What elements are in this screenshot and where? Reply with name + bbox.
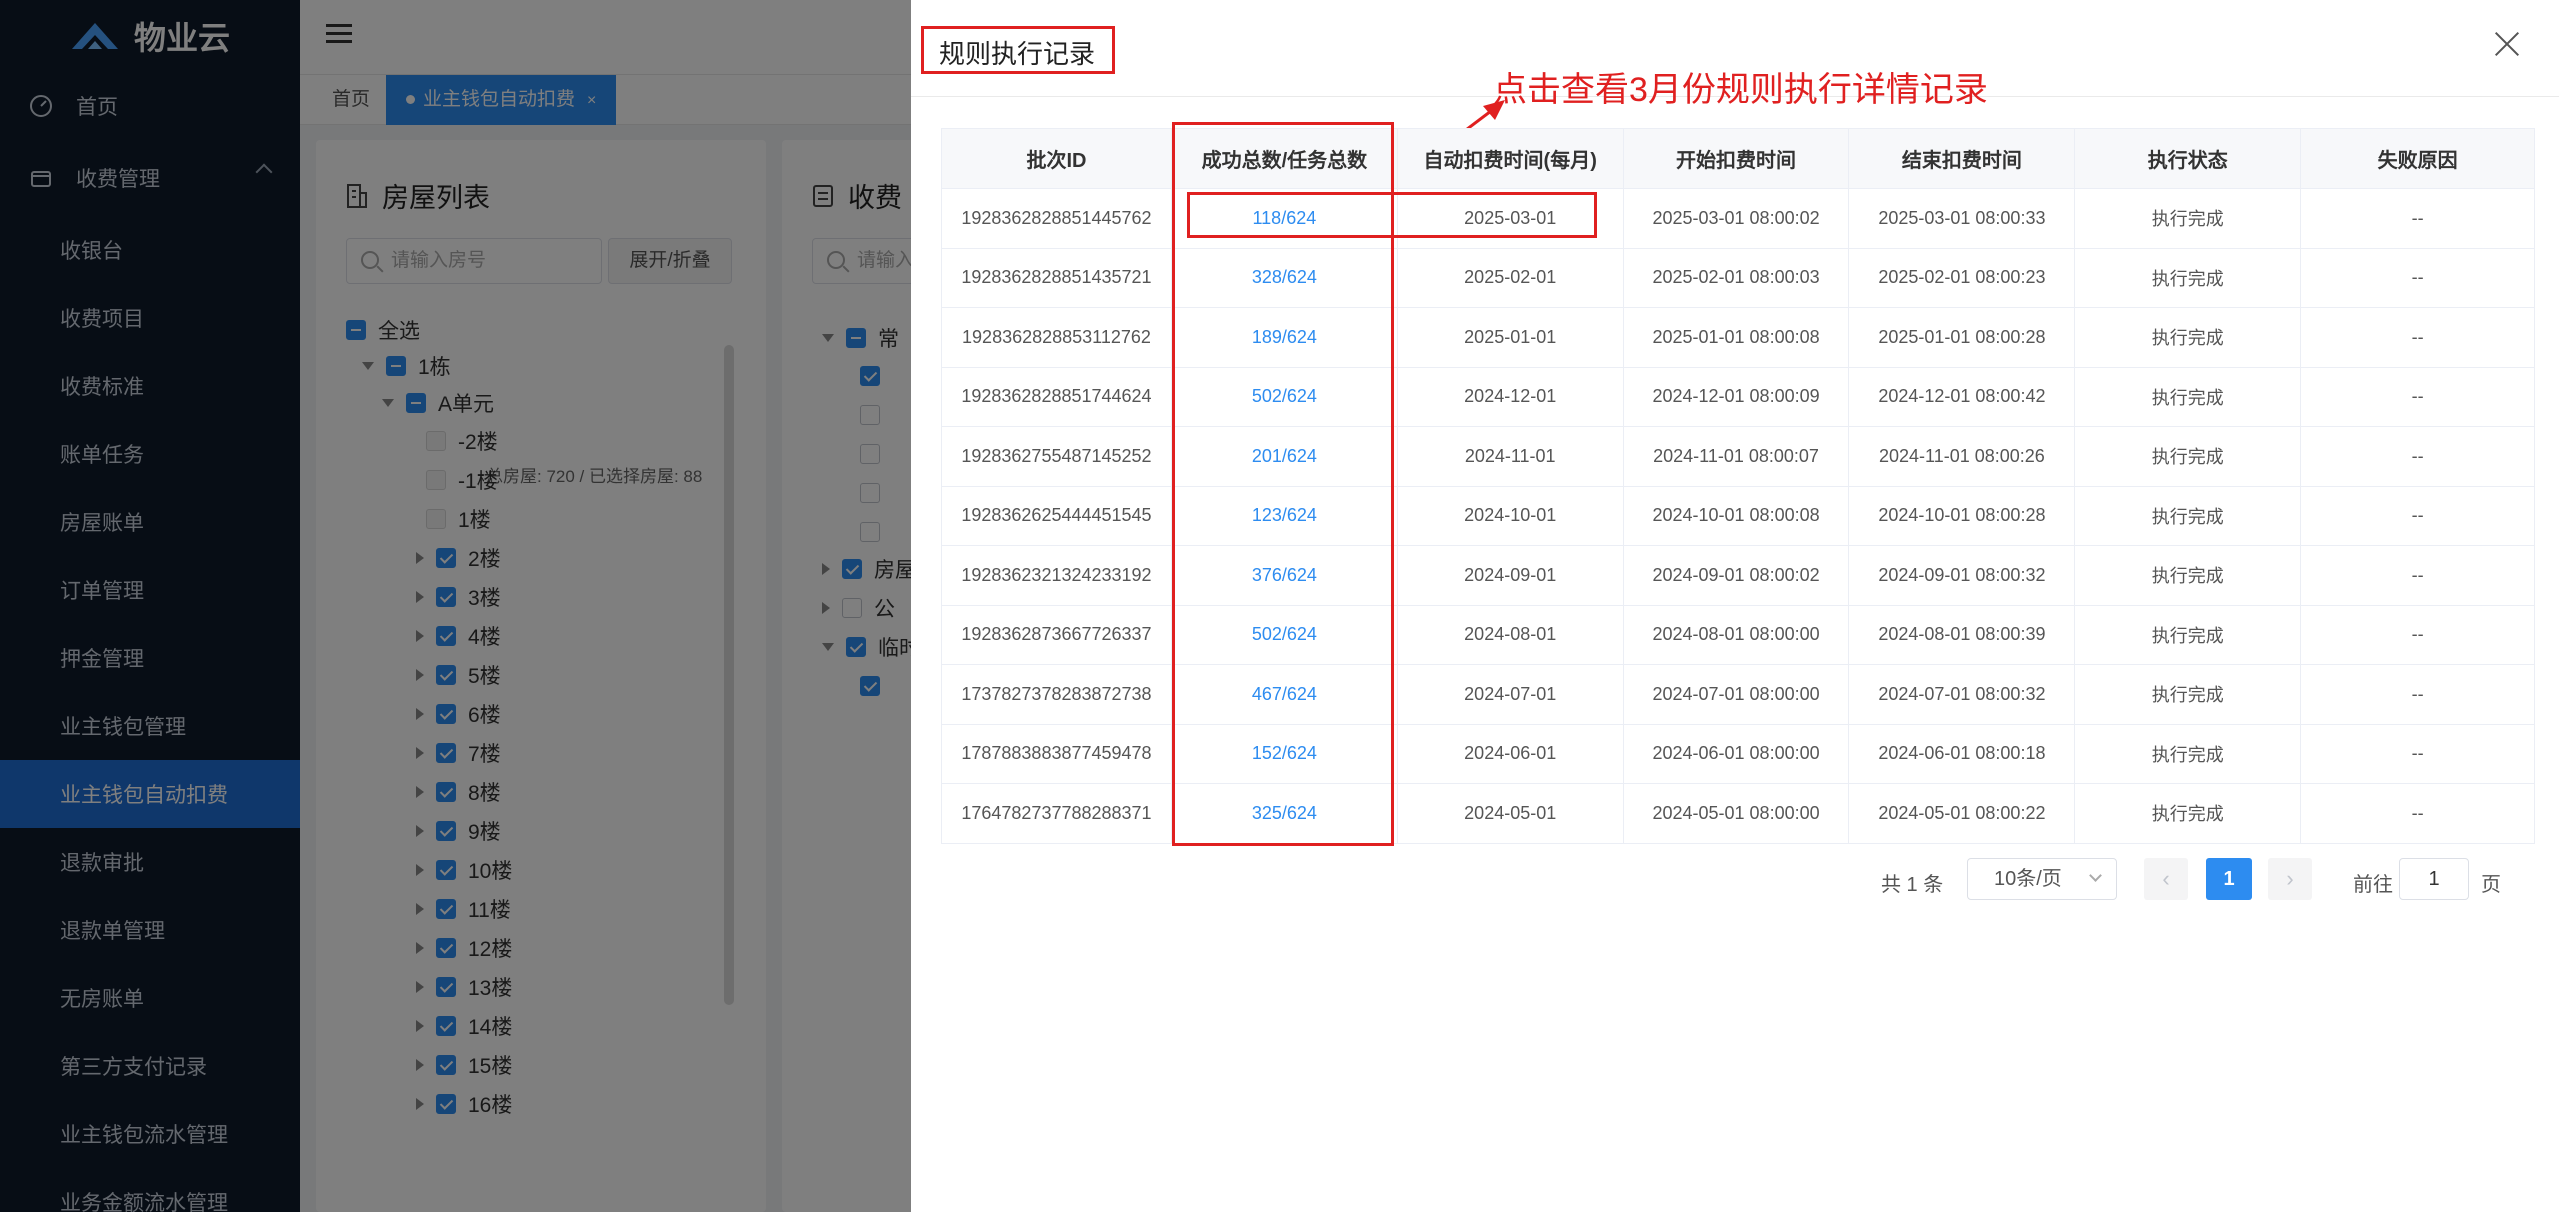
table-cell: 2025-03-01 08:00:02 — [1622, 188, 1850, 249]
table-cell: 执行完成 — [2074, 426, 2302, 487]
column-header: 批次ID — [941, 128, 1172, 189]
pagination-total: 共 1 条 — [1881, 874, 1944, 896]
table-cell: 1928362873667726337 — [941, 604, 1172, 665]
table-cell: 2024-08-01 — [1396, 604, 1624, 665]
table-cell: 2024-06-01 08:00:18 — [1848, 723, 2076, 784]
table-cell: -- — [2300, 783, 2535, 844]
table-cell: -- — [2300, 664, 2535, 725]
table-cell: 2024-09-01 08:00:02 — [1622, 545, 1850, 606]
table-cell: -- — [2300, 307, 2535, 368]
goto-page-input[interactable]: 1 — [2399, 858, 2469, 900]
table-cell: 1928362828851744624 — [941, 366, 1172, 427]
table-cell: 2024-07-01 08:00:00 — [1622, 664, 1850, 725]
table-cell: 2024-11-01 08:00:26 — [1848, 426, 2076, 487]
goto-label: 前往 — [2353, 874, 2393, 896]
table-cell: 执行完成 — [2074, 188, 2302, 249]
table-cell: 2024-12-01 — [1396, 366, 1624, 427]
table-cell: 2024-11-01 — [1396, 426, 1624, 487]
table-cell: 2024-05-01 08:00:00 — [1622, 783, 1850, 844]
table-cell: 2024-06-01 — [1396, 723, 1624, 784]
table-cell: 1737827378283872738 — [941, 664, 1172, 725]
table-cell: -- — [2300, 366, 2535, 427]
table-cell: 2024-05-01 08:00:22 — [1848, 783, 2076, 844]
table-cell: 执行完成 — [2074, 307, 2302, 368]
table-cell: 2024-12-01 08:00:09 — [1622, 366, 1850, 427]
table-cell: -- — [2300, 188, 2535, 249]
column-header: 执行状态 — [2074, 128, 2302, 189]
table-cell: 执行完成 — [2074, 783, 2302, 844]
table-cell: 执行完成 — [2074, 366, 2302, 427]
table-cell: 2025-02-01 — [1396, 247, 1624, 308]
prev-page-button[interactable]: ‹ — [2144, 858, 2188, 900]
table-cell: 执行完成 — [2074, 664, 2302, 725]
table-cell: 2025-01-01 — [1396, 307, 1624, 368]
table-cell: 2024-10-01 08:00:08 — [1622, 485, 1850, 546]
page-suffix: 页 — [2481, 874, 2501, 896]
march-row-highlight — [1187, 192, 1597, 238]
table-cell: 执行完成 — [2074, 545, 2302, 606]
table-cell: 2024-12-01 08:00:42 — [1848, 366, 2076, 427]
table-cell: 执行完成 — [2074, 247, 2302, 308]
table-cell: 1928362828851445762 — [941, 188, 1172, 249]
table-cell: 1928362625444451545 — [941, 485, 1172, 546]
page-number-current[interactable]: 1 — [2206, 858, 2252, 900]
table-cell: 2024-09-01 — [1396, 545, 1624, 606]
drawer-title: 规则执行记录 — [939, 39, 1096, 69]
page-size-value: 10条/页 — [1994, 868, 2062, 890]
annotation-text: 点击查看3月份规则执行详情记录 — [1493, 71, 1988, 109]
table-cell: 2024-05-01 — [1396, 783, 1624, 844]
next-page-button[interactable]: › — [2268, 858, 2312, 900]
table-cell: -- — [2300, 247, 2535, 308]
close-icon[interactable] — [2493, 30, 2521, 58]
table-cell: 2024-09-01 08:00:32 — [1848, 545, 2076, 606]
table-cell: 2025-02-01 08:00:03 — [1622, 247, 1850, 308]
table-cell: 2025-02-01 08:00:23 — [1848, 247, 2076, 308]
chevron-down-icon — [2089, 869, 2102, 882]
table-cell: 1764782737788288371 — [941, 783, 1172, 844]
table-cell: 2024-06-01 08:00:00 — [1622, 723, 1850, 784]
table-cell: -- — [2300, 485, 2535, 546]
table-cell: 1928362828853112762 — [941, 307, 1172, 368]
column-header: 开始扣费时间 — [1622, 128, 1850, 189]
table-cell: -- — [2300, 545, 2535, 606]
table-cell: 1928362321324233192 — [941, 545, 1172, 606]
table-cell: -- — [2300, 426, 2535, 487]
table-cell: 2024-07-01 — [1396, 664, 1624, 725]
page-size-select[interactable]: 10条/页 — [1967, 858, 2117, 900]
table-cell: 2025-01-01 08:00:28 — [1848, 307, 2076, 368]
column-header: 自动扣费时间(每月) — [1396, 128, 1624, 189]
column-header: 结束扣费时间 — [1848, 128, 2076, 189]
table-cell: 2025-03-01 08:00:33 — [1848, 188, 2076, 249]
table-cell: 执行完成 — [2074, 723, 2302, 784]
table-cell: 1928362755487145252 — [941, 426, 1172, 487]
rule-execution-drawer: 规则执行记录 点击查看3月份规则执行详情记录 批次ID 成功总数/任务总数 自动扣费… — [911, 0, 2559, 1212]
table-cell: 2025-01-01 08:00:08 — [1622, 307, 1850, 368]
table-cell: 2024-08-01 08:00:00 — [1622, 604, 1850, 665]
table-cell: 1787883883877459478 — [941, 723, 1172, 784]
table-cell: -- — [2300, 723, 2535, 784]
column-header: 失败原因 — [2300, 128, 2535, 189]
table-cell: 2024-08-01 08:00:39 — [1848, 604, 2076, 665]
table-cell: 2024-07-01 08:00:32 — [1848, 664, 2076, 725]
table-cell: -- — [2300, 604, 2535, 665]
table-cell: 2024-10-01 — [1396, 485, 1624, 546]
table-cell: 1928362828851435721 — [941, 247, 1172, 308]
table-cell: 2024-11-01 08:00:07 — [1622, 426, 1850, 487]
table-cell: 执行完成 — [2074, 604, 2302, 665]
table-cell: 2024-10-01 08:00:28 — [1848, 485, 2076, 546]
pagination: 共 1 条 10条/页 ‹ 1 › 前往 1 页 — [911, 858, 2559, 900]
table-cell: 执行完成 — [2074, 485, 2302, 546]
